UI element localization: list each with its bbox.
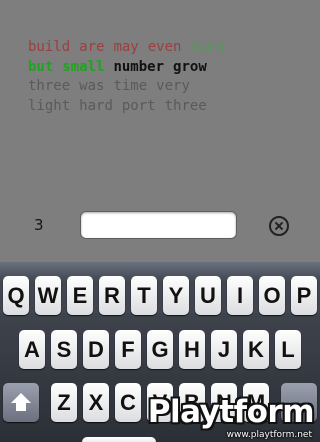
key-q[interactable]: Q [3, 276, 29, 315]
word: may [113, 39, 139, 55]
key-z[interactable]: Z [51, 383, 77, 422]
word: are [79, 39, 105, 55]
key-k[interactable]: K [243, 330, 269, 369]
key-d[interactable]: D [83, 330, 109, 369]
key-o[interactable]: O [259, 276, 285, 315]
key-h[interactable]: H [179, 330, 205, 369]
key-e[interactable]: E [67, 276, 93, 315]
word: time [113, 78, 148, 94]
key-t[interactable]: T [131, 276, 157, 315]
key-j[interactable]: J [211, 330, 237, 369]
typing-input[interactable] [80, 211, 237, 239]
key-a[interactable]: A [19, 330, 45, 369]
clear-circle-icon[interactable] [269, 216, 289, 236]
shift-key[interactable] [3, 383, 39, 422]
key-g[interactable]: G [147, 330, 173, 369]
watermark-url: www.playtform.net [226, 430, 312, 440]
word-panel: build are may even turn but small number grow t… [28, 38, 308, 116]
word-line-4: light hard port three [28, 97, 308, 117]
word: three [164, 97, 207, 114]
keyboard-row-1: Q W E R T Y U I O P [0, 276, 320, 318]
word: but [28, 58, 54, 75]
game-screen: build are may even turn but small number grow t… [0, 0, 320, 442]
word-line-1: build are may even turn [28, 38, 308, 58]
key-x[interactable]: X [83, 383, 109, 422]
key-s[interactable]: S [51, 330, 77, 369]
word-line-3: three was time very [28, 77, 308, 97]
key-u[interactable]: U [195, 276, 221, 315]
input-bar: 3 [0, 205, 320, 247]
word: port [121, 97, 156, 114]
word: number [113, 58, 165, 75]
key-f[interactable]: F [115, 330, 141, 369]
word: grow [173, 58, 207, 75]
word: build [28, 39, 71, 55]
key-p[interactable]: P [291, 276, 317, 315]
word: light [28, 97, 71, 114]
key-w[interactable]: W [35, 276, 61, 315]
keyboard-row-2: A S D F G H J K L [0, 330, 320, 372]
word: turn [190, 39, 225, 55]
key-c[interactable]: C [115, 383, 141, 422]
keyboard-bottom-key[interactable] [82, 437, 156, 442]
key-l[interactable]: L [275, 330, 301, 369]
word: even [147, 39, 182, 55]
word: very [156, 78, 190, 94]
word: small [62, 58, 105, 75]
key-r[interactable]: R [99, 276, 125, 315]
word: three [28, 78, 71, 94]
word-counter: 3 [34, 216, 44, 234]
word: hard [79, 97, 113, 114]
key-y[interactable]: Y [163, 276, 189, 315]
watermark: Playtform www.playtform.net [148, 394, 320, 442]
word-line-2: but small number grow [28, 58, 308, 78]
word: was [79, 78, 105, 94]
watermark-logo: Playtform [147, 394, 315, 430]
key-i[interactable]: I [227, 276, 253, 315]
